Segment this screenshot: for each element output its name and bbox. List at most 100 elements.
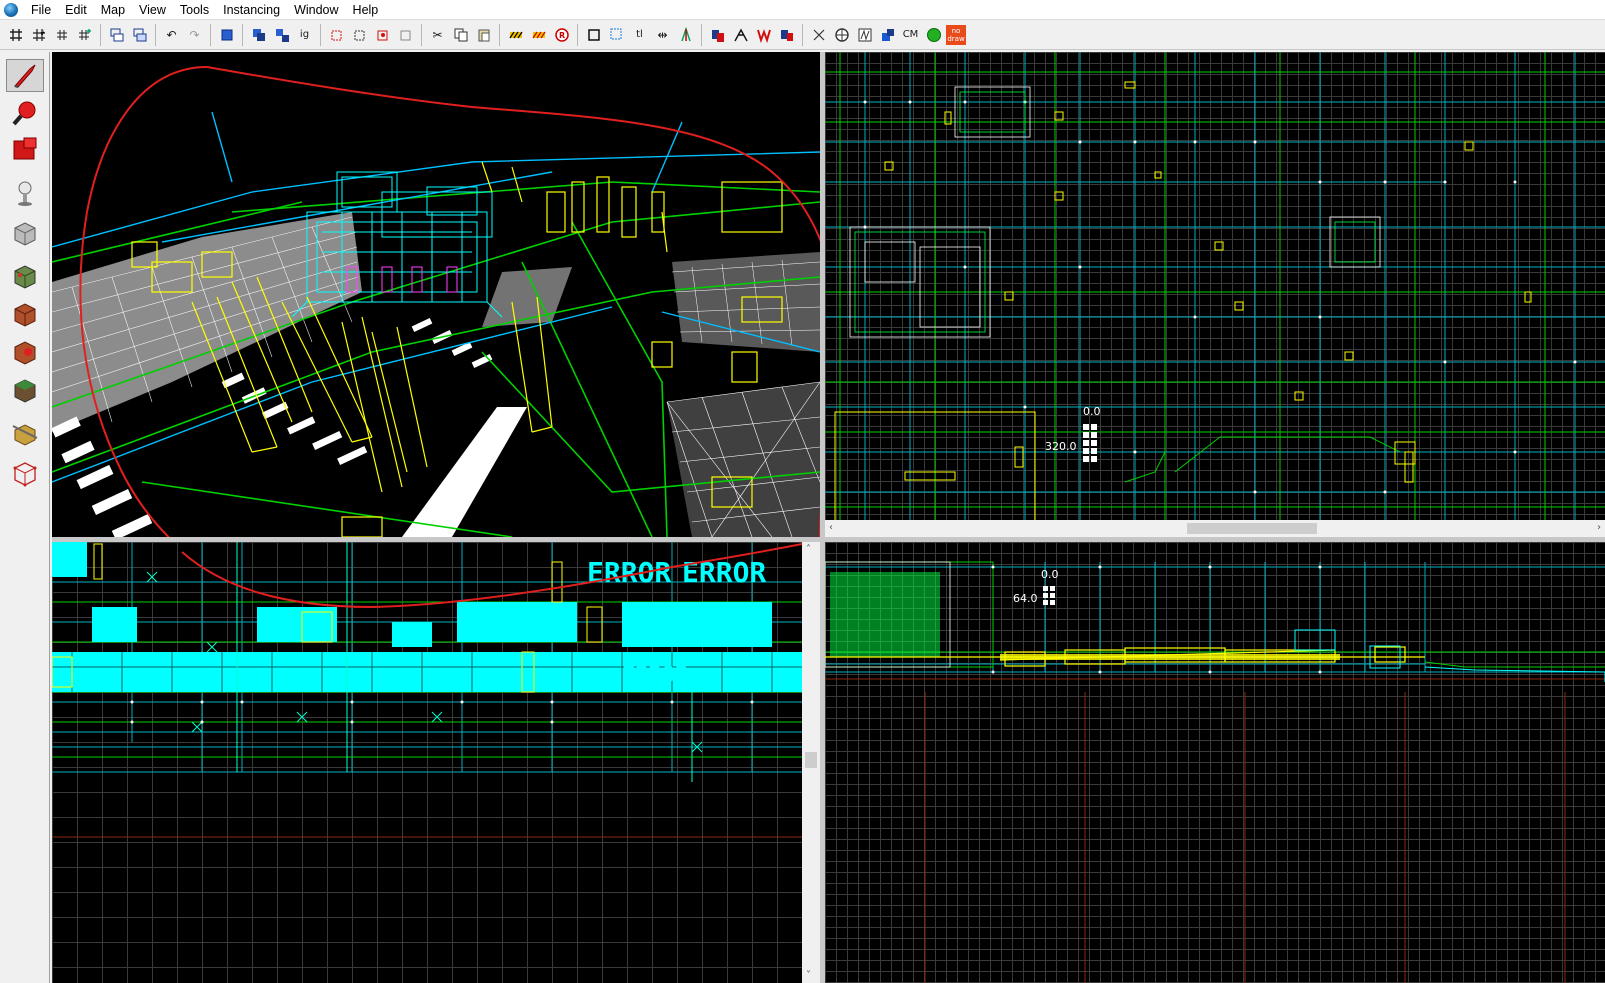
toggle-texture-icon[interactable]: tl bbox=[629, 24, 650, 45]
texture-icon bbox=[14, 264, 36, 289]
compile-icon[interactable] bbox=[854, 24, 875, 45]
ignore-groups-icon[interactable]: ig bbox=[294, 24, 315, 45]
toolbar-separator bbox=[421, 23, 422, 46]
toolbar-separator bbox=[155, 23, 156, 46]
tool-palette bbox=[0, 52, 50, 983]
camera-3d-viewport[interactable] bbox=[52, 52, 820, 537]
texture-application-tool[interactable] bbox=[6, 259, 44, 292]
main-toolbar: # ↶ ↷ ig ✂ R tl ⇹ CM no draw bbox=[0, 20, 1605, 50]
hide-selected-icon[interactable] bbox=[326, 24, 347, 45]
clipping-tool[interactable] bbox=[6, 416, 44, 449]
scroll-down-arrow-icon[interactable]: ˅ bbox=[806, 970, 811, 981]
toggle-select-handles-icon[interactable] bbox=[583, 24, 604, 45]
group-icon[interactable] bbox=[248, 24, 269, 45]
nodraw-icon[interactable]: no draw bbox=[946, 24, 966, 45]
clip-icon[interactable] bbox=[808, 24, 829, 45]
overlay-tool[interactable] bbox=[6, 373, 44, 406]
toolbar-separator bbox=[802, 23, 803, 46]
toolbar-separator bbox=[701, 23, 702, 46]
portal-icon[interactable] bbox=[877, 24, 898, 45]
texture-scale-lock-icon[interactable] bbox=[528, 24, 549, 45]
undo-icon[interactable]: ↶ bbox=[161, 24, 182, 45]
show-all-icon[interactable] bbox=[372, 24, 393, 45]
grid-toggle-icon[interactable] bbox=[5, 24, 26, 45]
side-view-brushes bbox=[825, 561, 1605, 983]
decal-tool[interactable] bbox=[6, 335, 44, 368]
entity-tool[interactable] bbox=[6, 176, 44, 209]
cordon-icon[interactable] bbox=[831, 24, 852, 45]
magnify-icon bbox=[12, 101, 36, 125]
scroll-thumb[interactable] bbox=[805, 752, 817, 768]
texture-lock-icon[interactable] bbox=[505, 24, 526, 45]
entity-icon bbox=[18, 181, 32, 206]
magnify-tool[interactable] bbox=[6, 96, 44, 129]
front-2d-viewport[interactable]: ERROR ERROR ERROR ERROR bbox=[52, 542, 802, 983]
top-2d-viewport[interactable]: 0.0 320.0 bbox=[825, 52, 1605, 520]
paste-icon[interactable] bbox=[473, 24, 494, 45]
menu-instancing[interactable]: Instancing bbox=[216, 0, 287, 20]
front-view-vertical-scrollbar[interactable]: ˄ ˅ bbox=[802, 542, 820, 983]
flip-vertical-icon[interactable] bbox=[675, 24, 696, 45]
vertex-manip-icon[interactable] bbox=[730, 24, 751, 45]
redo-icon[interactable]: ↷ bbox=[184, 24, 205, 45]
error-label: ERROR bbox=[492, 618, 559, 643]
wireframe-3d-scene bbox=[52, 52, 820, 537]
copy-icon[interactable] bbox=[450, 24, 471, 45]
menu-file[interactable]: File bbox=[24, 0, 58, 20]
to-world-icon[interactable] bbox=[707, 24, 728, 45]
top-view-brushes bbox=[825, 52, 1605, 520]
save-window-state-icon[interactable] bbox=[129, 24, 150, 45]
block-tool[interactable] bbox=[6, 216, 44, 249]
toolbar-separator bbox=[100, 23, 101, 46]
scroll-up-arrow-icon[interactable]: ˄ bbox=[806, 544, 811, 555]
overlay-icon bbox=[14, 378, 36, 403]
error-label: ERROR bbox=[622, 663, 689, 688]
side-2d-viewport[interactable]: 0.0 64.0 bbox=[825, 542, 1605, 983]
vertex-tool[interactable] bbox=[6, 456, 44, 489]
move-to-world-icon[interactable] bbox=[776, 24, 797, 45]
grid-numbers-icon[interactable]: # bbox=[28, 24, 49, 45]
camera-icon bbox=[13, 137, 37, 159]
menu-map[interactable]: Map bbox=[94, 0, 132, 20]
carve-icon[interactable] bbox=[216, 24, 237, 45]
load-window-state-icon[interactable] bbox=[106, 24, 127, 45]
toolbar-separator bbox=[577, 23, 578, 46]
menu-bar: File Edit Map View Tools Instancing Wind… bbox=[0, 0, 1605, 20]
menu-edit[interactable]: Edit bbox=[58, 0, 94, 20]
scroll-right-arrow-icon[interactable]: › bbox=[1597, 522, 1601, 533]
apply-current-texture-tool[interactable] bbox=[6, 297, 44, 330]
pointer-icon bbox=[14, 64, 36, 88]
toolbar-separator bbox=[499, 23, 500, 46]
menu-tools[interactable]: Tools bbox=[173, 0, 216, 20]
hide-unselected-icon[interactable] bbox=[349, 24, 370, 45]
camera-tool[interactable] bbox=[6, 133, 44, 166]
replace-textures-icon[interactable]: R bbox=[551, 24, 572, 45]
menu-window[interactable]: Window bbox=[287, 0, 345, 20]
visgroup-icon[interactable] bbox=[395, 24, 416, 45]
ungroup-icon[interactable] bbox=[271, 24, 292, 45]
grid-smaller-icon[interactable] bbox=[51, 24, 72, 45]
cut-icon[interactable]: ✂ bbox=[427, 24, 448, 45]
flip-horizontal-icon[interactable]: ⇹ bbox=[652, 24, 673, 45]
error-label: ERROR bbox=[587, 556, 671, 589]
origin-marker bbox=[1083, 424, 1097, 462]
to-entity-icon[interactable] bbox=[753, 24, 774, 45]
app-icon bbox=[4, 2, 18, 17]
top-view-horizontal-scrollbar[interactable]: ‹ › bbox=[825, 520, 1605, 537]
grid-larger-icon[interactable] bbox=[74, 24, 95, 45]
selection-tool[interactable] bbox=[6, 59, 44, 92]
svg-text:R: R bbox=[559, 31, 565, 40]
vertex-icon bbox=[13, 461, 37, 486]
cm-icon[interactable]: CM bbox=[900, 24, 921, 45]
scroll-left-arrow-icon[interactable]: ‹ bbox=[829, 522, 833, 533]
svg-text:#: # bbox=[40, 30, 45, 37]
top-view-y-coordinate: 320.0 bbox=[1045, 440, 1077, 453]
menu-help[interactable]: Help bbox=[346, 0, 386, 20]
menu-view[interactable]: View bbox=[132, 0, 173, 20]
selection-box-icon[interactable] bbox=[606, 24, 627, 45]
top-view-x-coordinate: 0.0 bbox=[1083, 405, 1101, 418]
error-label: ERROR bbox=[682, 556, 766, 589]
scroll-thumb[interactable] bbox=[1187, 523, 1317, 534]
decal-icon bbox=[14, 340, 36, 365]
green-ball-icon[interactable] bbox=[923, 24, 944, 45]
